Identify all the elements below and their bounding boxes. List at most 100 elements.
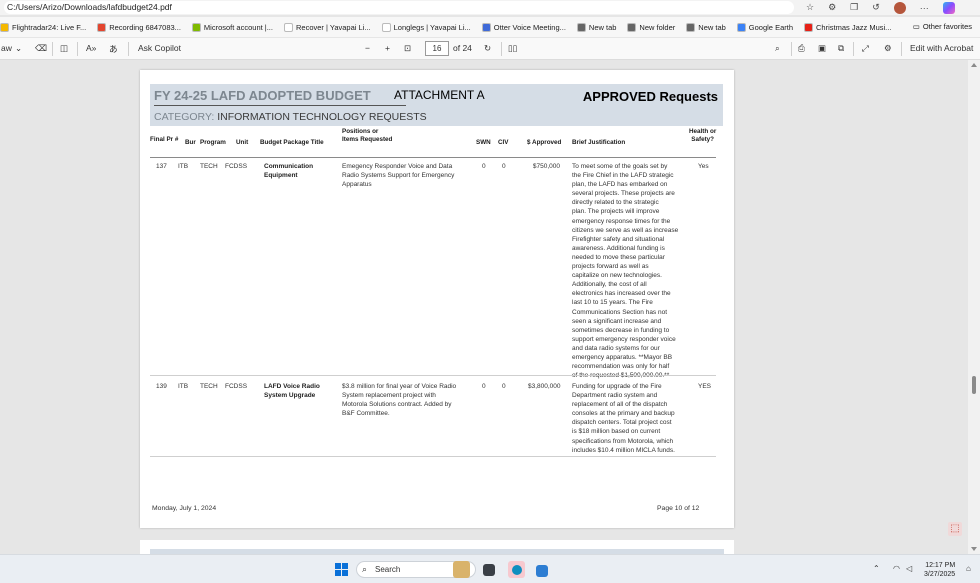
address-input[interactable]: C:/Users/Arizo/Downloads/lafdbudget24.pd… bbox=[4, 1, 794, 14]
extensions-icon[interactable]: ⚙ bbox=[828, 2, 836, 13]
favorite-item[interactable]: Longlegs | Yavapai Li... bbox=[381, 22, 471, 32]
cell-final-pr: 137 bbox=[156, 163, 167, 170]
cell-package: Communication Equipment bbox=[264, 162, 313, 180]
justification-line: dispatch centers. Total project cost bbox=[572, 419, 672, 427]
items-line: $3.8 million for final year of Voice Rad… bbox=[342, 383, 457, 390]
favicon-icon bbox=[576, 22, 586, 32]
justification-line: emergency apparatus. **Mayor BB bbox=[572, 353, 673, 361]
cell-unit: FCDSS bbox=[225, 163, 248, 170]
page-number-input[interactable]: 16 bbox=[425, 41, 449, 56]
search-icon[interactable]: ⌕ bbox=[775, 43, 780, 54]
acrobat-icon[interactable]: ⬚ bbox=[948, 522, 962, 536]
favorite-item[interactable]: Microsoft account |... bbox=[191, 22, 273, 32]
items-line: Radio Systems Support for Emergency bbox=[342, 172, 455, 180]
zoom-in-icon[interactable]: + bbox=[385, 43, 390, 53]
header-band: FY 24-25 LAFD ADOPTED BUDGET ATTACHMENT … bbox=[150, 84, 723, 126]
justification-line: plan. The projects will improve bbox=[572, 208, 660, 216]
pdf-viewport[interactable]: FY 24-25 LAFD ADOPTED BUDGET ATTACHMENT … bbox=[0, 60, 980, 554]
favorite-item[interactable]: New tab bbox=[576, 22, 617, 32]
favorite-label: New folder bbox=[639, 22, 676, 32]
scroll-up-icon[interactable] bbox=[971, 63, 977, 67]
justification-line: Additionally, the cost of all bbox=[572, 281, 647, 289]
zoom-out-icon[interactable]: − bbox=[365, 43, 370, 53]
cell-civ: 0 bbox=[502, 163, 506, 170]
draw-button[interactable]: aw bbox=[1, 43, 12, 53]
favorites-bar: Flightradar24: Live F... Recording 684708… bbox=[0, 17, 980, 37]
volume-icon[interactable]: ◁ bbox=[906, 564, 912, 573]
favorite-item[interactable]: New folder bbox=[627, 22, 676, 32]
justification-line: specifications from Motorola, which bbox=[572, 437, 674, 445]
search-icon: ⌕ bbox=[362, 564, 368, 574]
collections-icon[interactable]: ❐ bbox=[850, 2, 858, 13]
ask-copilot-button[interactable]: Ask Copilot bbox=[138, 43, 181, 53]
favicon-icon bbox=[686, 22, 696, 32]
justification-line: awareness. Additional funding is bbox=[572, 244, 665, 252]
favorite-item[interactable]: Flightradar24: Live F... bbox=[0, 22, 86, 32]
chevron-up-icon[interactable]: ⌃ bbox=[873, 564, 880, 573]
edit-with-acrobat-button[interactable]: Edit with Acrobat bbox=[910, 43, 973, 53]
copilot-icon[interactable] bbox=[942, 1, 955, 14]
items-line: Motorola Solutions contract. Added by bbox=[342, 401, 452, 409]
row-divider bbox=[150, 456, 716, 457]
header-justification: Brief Justification bbox=[572, 139, 626, 146]
task-view-icon[interactable] bbox=[483, 564, 495, 576]
page-view-icon[interactable]: ▯▯ bbox=[508, 43, 517, 54]
header-package-title: Budget Package Title bbox=[260, 139, 324, 146]
sidebar-icon[interactable]: ◫ bbox=[60, 43, 68, 54]
history-icon[interactable]: ↺ bbox=[872, 2, 880, 13]
scroll-down-icon[interactable] bbox=[971, 547, 977, 551]
favorite-label: Recording 6847083... bbox=[109, 22, 181, 32]
translate-icon[interactable]: あ bbox=[109, 43, 118, 55]
save-as-icon[interactable]: ⧉ bbox=[838, 43, 844, 54]
pinned-app-icon[interactable] bbox=[453, 561, 470, 578]
profile-avatar[interactable] bbox=[893, 1, 906, 14]
fit-page-icon[interactable]: ⊡ bbox=[404, 43, 411, 54]
clock-date: 3/27/2025 bbox=[924, 571, 956, 578]
package-line: Communication bbox=[264, 163, 314, 170]
other-favorites[interactable]: ▭ Other favorites bbox=[913, 22, 972, 31]
justification-line: To meet some of the goals set by bbox=[572, 163, 668, 170]
favorite-item[interactable]: Otter Voice Meeting... bbox=[481, 22, 566, 32]
favicon-icon bbox=[0, 22, 9, 32]
package-line: Equipment bbox=[264, 172, 298, 180]
system-clock[interactable]: 12:17 PM 3/27/2025 bbox=[924, 561, 955, 579]
justification-line: emergency response times for the bbox=[572, 217, 671, 225]
folder-icon: ▭ bbox=[912, 22, 920, 31]
rotate-icon[interactable]: ↻ bbox=[484, 43, 491, 54]
settings-icon[interactable]: ⚙ bbox=[884, 43, 892, 54]
favorite-item[interactable]: New tab bbox=[686, 22, 726, 32]
clock-time: 12:17 PM bbox=[925, 562, 956, 569]
read-aloud-icon[interactable]: A» bbox=[86, 43, 96, 53]
more-menu-icon[interactable]: ··· bbox=[920, 3, 929, 13]
favorite-label: New tab bbox=[588, 22, 617, 32]
favorite-item[interactable]: Recover | Yavapai Li... bbox=[283, 22, 371, 32]
favorite-star-icon[interactable]: ☆ bbox=[806, 2, 814, 13]
windows-start-icon[interactable] bbox=[335, 563, 348, 576]
cell-health: Yes bbox=[698, 163, 709, 170]
justification-line: recommendation was only for half bbox=[572, 363, 670, 371]
header-final-pr: Final Pr # bbox=[150, 136, 179, 143]
save-icon[interactable]: ▣ bbox=[818, 43, 826, 54]
justification-line: consoles at the primary and backup bbox=[572, 410, 675, 418]
header-unit: Unit bbox=[236, 139, 249, 146]
scrollbar-thumb[interactable] bbox=[972, 376, 976, 394]
package-line: System Upgrade bbox=[264, 392, 316, 400]
vertical-scrollbar[interactable] bbox=[968, 60, 980, 554]
fullscreen-icon[interactable]: ⤢ bbox=[862, 43, 869, 54]
cell-bur: ITB bbox=[178, 383, 189, 390]
favorite-item[interactable]: Christmas Jazz Musi... bbox=[804, 22, 891, 32]
eraser-icon[interactable]: ⌫ bbox=[35, 43, 47, 54]
print-icon[interactable]: ⎙ bbox=[798, 43, 805, 54]
cell-program: TECH bbox=[200, 383, 218, 390]
cell-approved: $750,000 bbox=[532, 163, 560, 170]
cell-package: LAFD Voice Radio System Upgrade bbox=[264, 382, 320, 400]
favorite-item[interactable]: Google Earth bbox=[736, 22, 793, 32]
wifi-icon[interactable]: ◠ bbox=[893, 564, 900, 573]
remote-desktop-icon[interactable] bbox=[536, 565, 548, 577]
notifications-icon[interactable]: ⌂ bbox=[966, 564, 971, 573]
row-divider bbox=[150, 375, 716, 376]
favorite-item[interactable]: Recording 6847083... bbox=[97, 22, 181, 32]
chevron-down-icon[interactable]: ⌄ bbox=[15, 43, 22, 54]
budget-title: FY 24-25 LAFD ADOPTED BUDGET bbox=[154, 88, 371, 103]
edge-logo-icon bbox=[512, 565, 522, 575]
